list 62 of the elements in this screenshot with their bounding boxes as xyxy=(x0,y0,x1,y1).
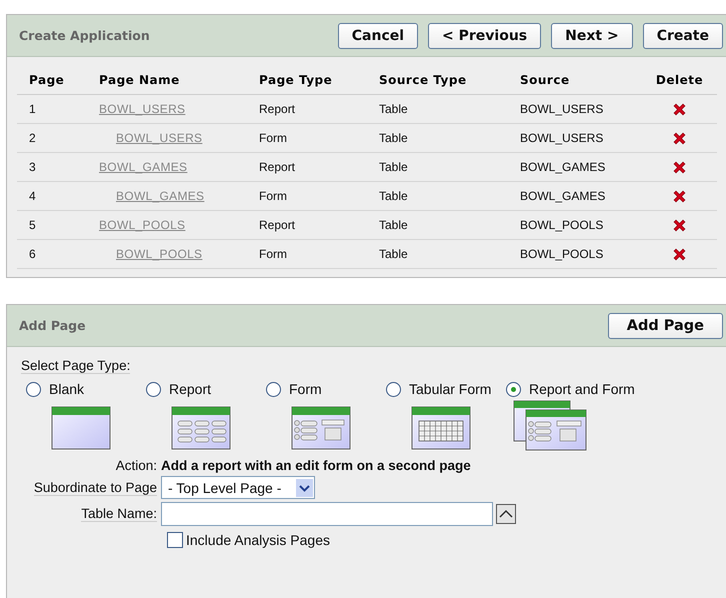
column-header: Page Name xyxy=(99,65,259,94)
column-header: Delete xyxy=(642,65,717,94)
column-header: Source Type xyxy=(379,65,520,94)
table-name-field[interactable] xyxy=(161,502,493,526)
wizard-button[interactable]: Cancel xyxy=(338,22,418,48)
action-description: Add a report with an edit form on a second page xyxy=(161,458,472,473)
table-cell: Table xyxy=(379,240,520,268)
table-cell: 5 xyxy=(17,210,99,240)
column-header: Page Type xyxy=(259,65,379,94)
delete-icon[interactable] xyxy=(673,103,686,116)
page-dropdown[interactable]: - Top Level Page - xyxy=(161,476,316,499)
table-cell: Report xyxy=(259,152,379,182)
radio-option[interactable]: Tabular Form xyxy=(386,378,492,400)
table-cell: 6 xyxy=(17,240,99,268)
table-cell: BOWL_GAMES xyxy=(520,152,642,182)
radio-option[interactable]: Form xyxy=(266,378,322,400)
panel-title: Add Page xyxy=(19,318,86,333)
wizard-button[interactable]: Create xyxy=(642,22,723,48)
radio-option[interactable]: Blank xyxy=(26,378,84,400)
page-layout-icon xyxy=(411,406,472,451)
delete-icon[interactable] xyxy=(673,161,686,174)
table-cell: Table xyxy=(379,182,520,210)
table-cell: BOWL_USERS xyxy=(520,94,642,124)
table-cell: BOWL_USERS xyxy=(520,124,642,152)
table-cell: Form xyxy=(259,240,379,268)
popup-list-icon[interactable] xyxy=(496,504,516,524)
delete-icon[interactable] xyxy=(673,219,686,232)
table-cell: 1 xyxy=(17,94,99,124)
radio-option[interactable]: Report and Form xyxy=(506,378,635,400)
field-label: Select Page Type: xyxy=(21,358,130,374)
table-cell: Form xyxy=(259,124,379,152)
delete-icon[interactable] xyxy=(673,132,686,146)
page-layout-icon xyxy=(51,406,112,451)
delete-icon[interactable] xyxy=(673,190,686,204)
column-header: Source xyxy=(520,65,642,94)
page-layout-icon xyxy=(291,406,352,451)
table-cell: 3 xyxy=(17,152,99,182)
delete-icon[interactable] xyxy=(673,248,686,262)
field-label: Action: xyxy=(116,458,157,473)
table-cell: Table xyxy=(379,124,520,152)
table-cell: Table xyxy=(379,210,520,240)
table-cell: Report xyxy=(259,94,379,124)
field-label: Table Name: xyxy=(81,506,157,522)
table-cell: Form xyxy=(259,182,379,210)
table-cell: BOWL_POOLS xyxy=(520,240,642,268)
table-cell: 4 xyxy=(17,182,99,210)
field-label: Subordinate to Page xyxy=(34,480,157,496)
checkbox-option[interactable]: Include Analysis Pages xyxy=(167,532,726,548)
table-cell: Table xyxy=(379,94,520,124)
add-page-button[interactable]: Add Page xyxy=(608,312,723,338)
table-cell: Table xyxy=(379,152,520,182)
page-layout-icon xyxy=(513,400,588,452)
table-cell: 2 xyxy=(17,124,99,152)
table-cell: BOWL_GAMES xyxy=(520,182,642,210)
panel-title: Create Application xyxy=(19,28,150,43)
table-cell: BOWL_POOLS xyxy=(520,210,642,240)
table-cell: Report xyxy=(259,210,379,240)
radio-option[interactable]: Report xyxy=(146,378,212,400)
wizard-button[interactable]: Next > xyxy=(551,22,633,48)
wizard-button[interactable]: < Previous xyxy=(428,22,542,48)
page-layout-icon xyxy=(171,406,232,451)
column-header: Page xyxy=(17,65,99,94)
